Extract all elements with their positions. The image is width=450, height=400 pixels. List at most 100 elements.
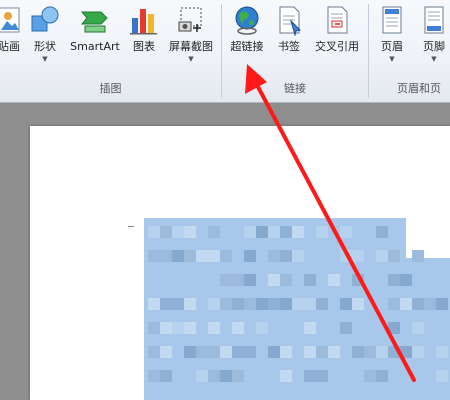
blur-tile (340, 250, 352, 262)
blur-tile (292, 250, 304, 262)
blur-tile (208, 226, 220, 238)
blur-tile (388, 322, 400, 334)
blur-tile (400, 274, 412, 286)
blur-tile (364, 370, 376, 382)
blur-tile (184, 250, 196, 262)
page-header-icon (382, 6, 402, 34)
blur-tile (268, 250, 280, 262)
hyperlink-button[interactable]: 超链接 (226, 2, 268, 74)
shapes-icon (31, 6, 59, 32)
ribbon: 贴画 形状 ▼ SmartArt 图表 屏幕截图 ▼ 超链接 书签 交叉引用 页… (0, 0, 450, 103)
blur-tile (340, 322, 352, 334)
blur-tile (196, 250, 208, 262)
blur-tile (400, 346, 412, 358)
blur-tile (244, 346, 256, 358)
blur-tile (388, 346, 400, 358)
blur-tile (148, 226, 160, 238)
blur-tile (376, 370, 388, 382)
blur-tile (244, 298, 256, 310)
blur-tile (220, 346, 232, 358)
blur-tile (160, 370, 172, 382)
blur-tile (232, 274, 244, 286)
shapes-label: 形状 (34, 40, 56, 53)
blur-tile (304, 298, 316, 310)
bookmark-label: 书签 (278, 40, 300, 53)
smartart-button[interactable]: SmartArt (66, 2, 124, 74)
shapes-button[interactable]: 形状 ▼ (28, 2, 62, 74)
blur-tile (328, 274, 340, 286)
blur-tile (220, 298, 232, 310)
footer-button[interactable]: 页脚 ▼ (417, 2, 450, 74)
blur-tile (352, 298, 364, 310)
blur-tile (208, 298, 220, 310)
shapes-dropdown-icon[interactable]: ▼ (42, 55, 47, 63)
cross-reference-label: 交叉引用 (315, 40, 359, 53)
blur-tile (148, 298, 160, 310)
blur-tile (208, 346, 220, 358)
blur-tile (148, 250, 160, 262)
blur-tile (268, 346, 280, 358)
cross-reference-button[interactable]: 交叉引用 (309, 2, 365, 74)
blur-tile (148, 322, 160, 334)
bookmark-button[interactable]: 书签 (272, 2, 306, 74)
blur-tile (376, 250, 388, 262)
blur-tile (196, 346, 208, 358)
blur-tile (280, 274, 292, 286)
blur-tile (280, 250, 292, 262)
blur-tile (268, 298, 280, 310)
chart-button[interactable]: 图表 (126, 2, 162, 74)
blur-tile (208, 370, 220, 382)
blur-tile (424, 298, 436, 310)
blur-tile (172, 226, 184, 238)
bar-chart-icon (130, 9, 157, 35)
blur-tile (304, 370, 316, 382)
blur-tile (208, 322, 220, 334)
globe-link-icon (235, 6, 259, 35)
selected-text-blurred (144, 218, 450, 400)
smartart-label: SmartArt (70, 40, 120, 53)
blur-tile (304, 274, 316, 286)
blur-tile (280, 226, 292, 238)
blur-tile (304, 322, 316, 334)
blur-tile (148, 370, 160, 382)
blur-tile (220, 250, 232, 262)
blur-tile (220, 370, 232, 382)
header-button[interactable]: 页眉 ▼ (375, 2, 409, 74)
blur-tile (280, 370, 292, 382)
group-label-illustrations: 插图 (99, 82, 122, 95)
screenshot-button[interactable]: 屏幕截图 ▼ (164, 2, 218, 74)
blur-tile (172, 298, 184, 310)
blur-tile (160, 250, 172, 262)
blur-tile (436, 346, 448, 358)
blur-tile (220, 274, 232, 286)
blur-tile (232, 298, 244, 310)
blur-tile (244, 226, 256, 238)
clipart-label: 贴画 (0, 40, 20, 53)
header-dropdown-icon[interactable]: ▼ (389, 55, 394, 63)
blur-tile (400, 298, 412, 310)
blur-tile (388, 250, 400, 262)
blur-tile (340, 298, 352, 310)
blur-tile (184, 226, 196, 238)
blur-tile (196, 370, 208, 382)
blur-tile (148, 346, 160, 358)
blur-tile (304, 346, 316, 358)
blur-tile (208, 250, 220, 262)
screenshot-dropdown-icon[interactable]: ▼ (188, 55, 193, 63)
clipart-button[interactable]: 贴画 (0, 2, 26, 74)
screenshot-label: 屏幕截图 (169, 40, 213, 53)
blur-tile (160, 346, 172, 358)
blur-tile (268, 274, 280, 286)
blur-tile (436, 370, 448, 382)
blur-tile (160, 226, 172, 238)
clipart-icon (0, 7, 20, 33)
document-page[interactable] (30, 126, 450, 400)
blur-tile (280, 346, 292, 358)
group-label-header-footer: 页眉和页 (397, 82, 441, 95)
blur-tile (184, 322, 196, 334)
blur-tile (376, 226, 388, 238)
footer-dropdown-icon[interactable]: ▼ (431, 55, 436, 63)
blur-tile (316, 226, 328, 238)
blur-tile (316, 298, 328, 310)
blur-tile (412, 250, 424, 262)
